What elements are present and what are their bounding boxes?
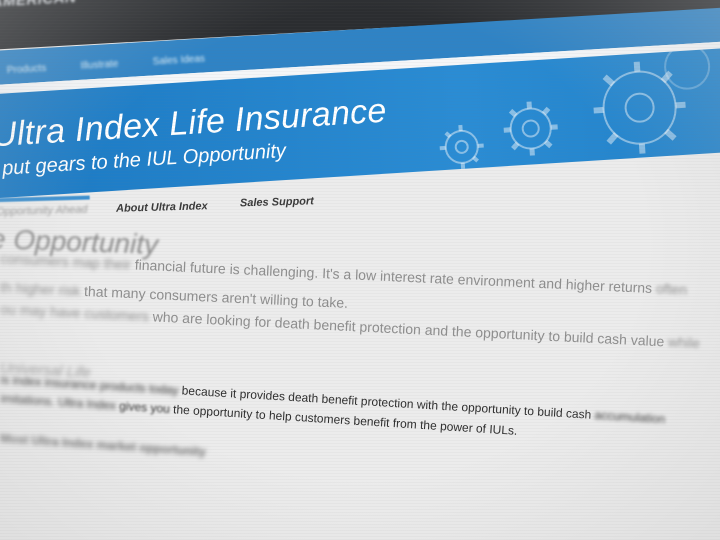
paragraph-text: while bbox=[663, 333, 701, 352]
paragraph-text: often bbox=[651, 280, 688, 298]
paragraph-text: ou may have customers bbox=[0, 300, 150, 325]
paragraph-text: accumulation bbox=[594, 407, 666, 427]
paragraph-2: ou may have customers who are looking fo… bbox=[0, 301, 700, 351]
page: AMERICAN Products Illustrate Sales Ideas… bbox=[0, 0, 720, 540]
paragraph-text: who are looking for death benefit protec… bbox=[148, 308, 665, 350]
paragraph-4: Most Ultra Index market opportunity bbox=[0, 431, 207, 459]
paragraph-text: imitations. Ultra Index bbox=[0, 391, 117, 413]
main-content: e Opportunity consumers map their financ… bbox=[0, 0, 720, 540]
paragraph-text: th higher risk bbox=[0, 279, 81, 299]
paragraph-text: gives you bbox=[115, 398, 171, 417]
